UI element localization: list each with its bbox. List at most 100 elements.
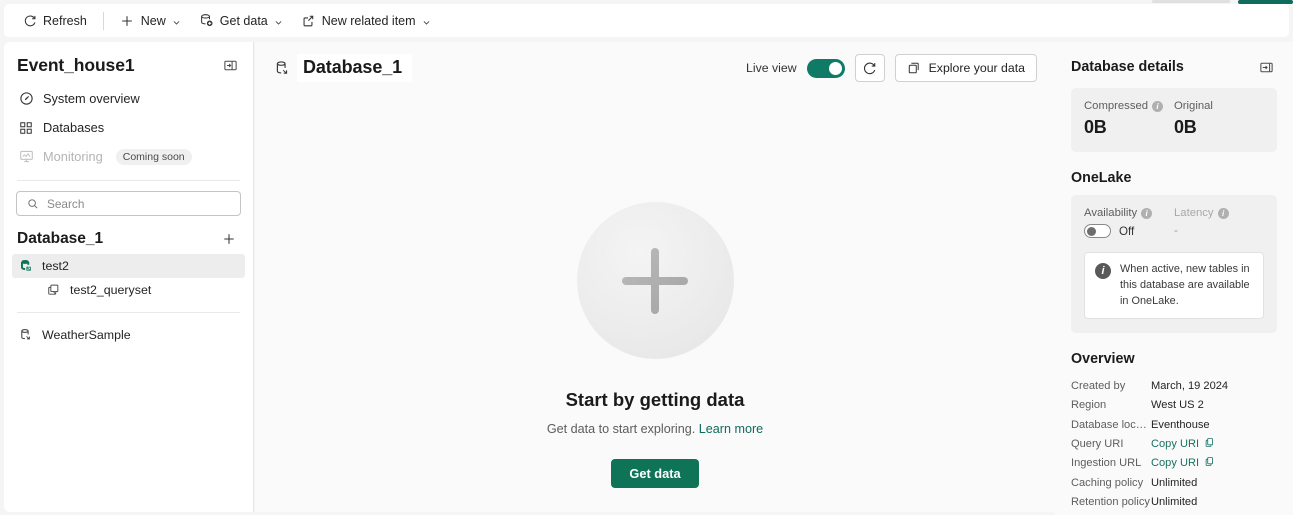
expand-details-button[interactable] [1255, 56, 1277, 78]
tree-divider [17, 312, 240, 313]
top-cut-pill [1152, 0, 1230, 3]
overview-value: Unlimited [1151, 495, 1198, 508]
external-link-icon [301, 13, 316, 28]
tree-item-label: test2 [42, 259, 69, 273]
left-sidebar: Event_house1 System overview Databases M… [4, 42, 254, 512]
info-icon: i [1095, 263, 1111, 279]
explore-label: Explore your data [928, 61, 1025, 75]
details-title: Database details [1071, 59, 1184, 75]
search-icon [25, 196, 40, 211]
size-card: Compressed i 0B Original 0B [1071, 88, 1277, 152]
copy-icon [1204, 456, 1215, 470]
get-data-icon [199, 13, 214, 28]
availability-metric: Availability i Off [1084, 207, 1174, 238]
database-icon [18, 327, 34, 343]
learn-more-link[interactable]: Learn more [699, 422, 763, 436]
compressed-value: 0B [1084, 117, 1107, 137]
empty-state-illustration [576, 202, 734, 359]
details-header: Database details [1071, 42, 1277, 88]
refresh-icon [22, 13, 37, 28]
info-icon[interactable]: i [1217, 207, 1229, 219]
overview-key: Database locati... [1071, 418, 1151, 431]
overview-key: Created by [1071, 380, 1126, 393]
table-row: Query URI Copy URI [1071, 434, 1277, 453]
empty-state: Start by getting data Get data to start … [255, 202, 1055, 488]
tree-item-test2-queryset[interactable]: test2_queryset [12, 278, 245, 302]
content-header: Database_1 Live view Explore your data [255, 42, 1055, 94]
gauge-icon [18, 91, 34, 107]
availability-label-row: Availability i [1084, 207, 1174, 219]
compressed-label-row: Compressed i [1084, 100, 1174, 112]
sidebar-item-databases[interactable]: Databases [12, 113, 245, 142]
tree-item-test2[interactable]: test2 [12, 254, 245, 278]
availability-label: Availability [1084, 207, 1138, 219]
refresh-button[interactable]: Refresh [14, 8, 95, 34]
sidebar-item-label: Databases [43, 120, 105, 135]
main-content: Database_1 Live view Explore your data S… [255, 42, 1055, 512]
eventhouse-title: Event_house1 [17, 54, 135, 75]
sidebar-item-label: System overview [43, 91, 140, 106]
toolbar-divider [102, 11, 104, 30]
ingestion-url-copy-link[interactable]: Copy URI [1151, 456, 1215, 470]
latency-value: - [1174, 224, 1178, 237]
onelake-section-title: OneLake [1071, 170, 1132, 186]
command-toolbar: Refresh New Get data New related item [4, 4, 1289, 37]
explore-data-icon [907, 61, 922, 76]
monitor-icon [18, 149, 34, 165]
coming-soon-badge: Coming soon [115, 148, 192, 165]
overview-key: Caching policy [1071, 476, 1144, 489]
sidebar-header: Event_house1 [4, 42, 253, 82]
chevron-down-icon [422, 16, 431, 25]
get-data-button[interactable]: Get data [611, 459, 699, 488]
live-view-toggle[interactable] [806, 58, 845, 78]
compressed-metric: Compressed i 0B [1084, 100, 1174, 138]
overview-key: Query URI [1071, 437, 1124, 450]
new-label: New [140, 13, 166, 28]
queryset-icon [46, 282, 62, 298]
add-item-button[interactable] [218, 228, 240, 250]
toggle-knob [1087, 227, 1096, 236]
table-row: Ingestion URL Copy URI [1071, 454, 1277, 473]
search-box[interactable] [16, 191, 241, 216]
search-input[interactable] [47, 196, 232, 211]
collapse-sidebar-button[interactable] [219, 54, 241, 76]
app-root: Refresh New Get data New related item Ev… [0, 0, 1293, 515]
chevron-down-icon [274, 16, 283, 25]
chevron-down-icon [172, 16, 181, 25]
info-icon[interactable]: i [1141, 207, 1153, 219]
table-row: Region West US 2 [1071, 396, 1277, 415]
tree-item-label: WeatherSample [42, 328, 131, 342]
explore-your-data-button[interactable]: Explore your data [894, 54, 1037, 82]
plus-icon [120, 13, 135, 28]
get-data-button[interactable]: Get data [191, 8, 291, 34]
database-section-title: Database_1 [17, 230, 104, 247]
info-icon[interactable]: i [1152, 100, 1164, 112]
details-panel: Database details Compressed i 0B Origina… [1055, 42, 1293, 515]
new-button[interactable]: New [112, 8, 189, 34]
original-value: 0B [1174, 117, 1197, 137]
table-row: Created by March, 19 2024 [1071, 376, 1277, 395]
grid-icon [18, 120, 34, 136]
database-icon [273, 59, 291, 77]
refresh-button[interactable] [854, 54, 885, 82]
original-label: Original [1174, 100, 1213, 112]
tree-item-weathersample[interactable]: WeatherSample [12, 323, 245, 347]
onelake-info-box: i When active, new tables in this databa… [1084, 252, 1264, 320]
table-row: Caching policy Unlimited [1071, 473, 1277, 492]
availability-toggle[interactable] [1084, 224, 1111, 238]
copy-icon [1204, 437, 1215, 451]
live-view-label: Live view [746, 61, 797, 75]
refresh-label: Refresh [43, 13, 87, 28]
plus-icon [622, 247, 688, 314]
query-uri-copy-link[interactable]: Copy URI [1151, 437, 1215, 451]
availability-value: Off [1119, 224, 1135, 238]
object-tree: test2 test2_queryset [4, 254, 253, 302]
latency-label: Latency [1174, 207, 1214, 219]
table-row: Database locati... Eventhouse [1071, 415, 1277, 434]
copy-uri-label: Copy URI [1151, 457, 1200, 470]
new-related-item-button[interactable]: New related item [293, 8, 439, 34]
table-row: Retention policy Unlimited [1071, 492, 1277, 511]
overview-key: Retention policy [1071, 495, 1150, 508]
database-title-field[interactable]: Database_1 [297, 54, 413, 82]
sidebar-item-system-overview[interactable]: System overview [12, 84, 245, 113]
